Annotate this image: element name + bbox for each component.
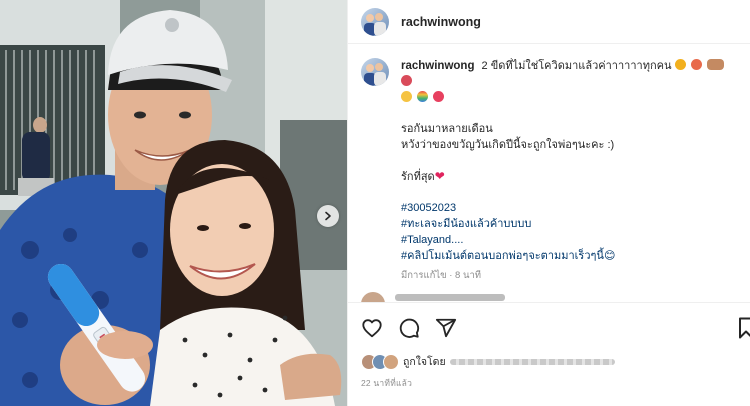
party-popper-emoji [690, 59, 702, 70]
commenter-avatar[interactable] [361, 292, 385, 302]
liker-avatar[interactable] [383, 353, 399, 370]
post-actions-section: ถูกใจโดย 22 นาทีที่แล้ว [348, 302, 750, 406]
comment-preview [361, 292, 741, 302]
blurred-likers [449, 358, 615, 365]
heart-eyes-emoji [401, 91, 412, 102]
comment-button[interactable] [398, 317, 420, 339]
hashtag-link[interactable]: #Talayand.... [401, 232, 741, 248]
share-paper-plane-icon [435, 318, 457, 338]
balloon-emoji [401, 75, 412, 86]
post-timestamp[interactable]: 22 นาทีที่แล้ว [361, 376, 412, 390]
selfie-photo [0, 0, 347, 406]
caption-line-1: 2 ขีดที่ไม่ใช่โควิดมาแล้วค่าาาาาาทุกคน [481, 60, 672, 72]
caption-line-4: รักที่สุด [401, 171, 435, 183]
chevron-right-icon [325, 211, 331, 221]
author-avatar[interactable] [361, 7, 389, 36]
liked-by-label: ถูกใจโดย [403, 356, 446, 368]
blurred-comment [395, 294, 505, 301]
save-button[interactable] [738, 317, 750, 339]
caption-line-2: รอกันมาหลายเดือน [401, 123, 493, 135]
caption-line-3: หวังว่าของขวัญวันเกิดปีนี้จะถูกใจพ่อๆนะค… [401, 139, 615, 151]
star-face-emoji [674, 59, 686, 70]
action-buttons [361, 317, 457, 339]
carousel-next-button[interactable] [317, 205, 339, 227]
hashtag-link[interactable]: #ทะเลจะมีน้องแล้วค้าบบบบ [401, 216, 741, 232]
caption-body: rachwinwong 2 ขีดที่ไม่ใช่โควิดมาแล้วค่า… [401, 58, 741, 290]
post-photo[interactable] [0, 0, 347, 406]
comment-icon [399, 318, 420, 338]
heart-outline-icon [362, 319, 382, 338]
caption-username[interactable]: rachwinwong [401, 60, 474, 72]
like-button[interactable] [361, 317, 383, 339]
share-button[interactable] [435, 317, 457, 339]
caption-edited-time: มีการแก้ไข · 8 นาที [401, 270, 482, 281]
hashtag-link[interactable]: #30052023 [401, 200, 741, 216]
post-details-panel: rachwinwong rachwinwong 2 ขีดที่ไม่ใช่โค… [347, 0, 750, 406]
family-emoji [706, 59, 724, 70]
liked-by-row: ถูกใจโดย [361, 353, 615, 370]
rainbow-emoji [417, 91, 429, 102]
author-username[interactable]: rachwinwong [401, 15, 481, 29]
bookmark-icon [739, 317, 750, 339]
post-header: rachwinwong [348, 0, 750, 44]
post-caption: rachwinwong 2 ขีดที่ไม่ใช่โควิดมาแล้วค่า… [361, 58, 742, 290]
red-heart-emoji: ❤ [434, 169, 445, 183]
caption-author-avatar[interactable] [361, 58, 389, 86]
hashtag-link[interactable]: #คลิปโมเม้นต์ตอนบอกพ่อๆจะตามมาเร็วๆนี้😊 [401, 248, 741, 264]
instagram-post: rachwinwong rachwinwong 2 ขีดที่ไม่ใช่โค… [0, 0, 750, 406]
heart-emoji [433, 91, 445, 102]
